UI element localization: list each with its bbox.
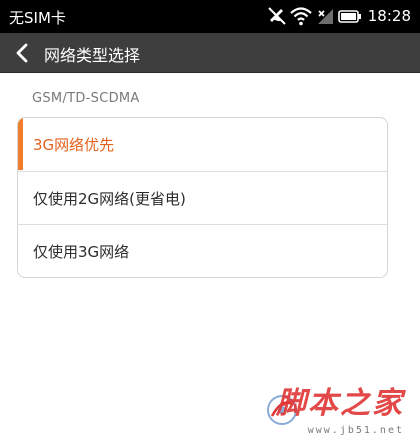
chevron-left-icon xyxy=(16,43,28,63)
watermark-text: 脚本之家 xyxy=(276,386,404,421)
wifi-icon xyxy=(290,7,312,26)
option-3g-only[interactable]: 仅使用3G网络 xyxy=(18,224,387,277)
network-type-options: 3G网络优先 仅使用2G网络(更省电) 仅使用3G网络 xyxy=(17,117,388,278)
selection-indicator xyxy=(18,118,23,170)
battery-icon xyxy=(338,10,361,23)
watermark: 脚本之家 www.jb51.net xyxy=(264,386,414,436)
option-label: 仅使用2G网络(更省电) xyxy=(33,190,186,208)
status-bar: 无SIM卡 18:28 xyxy=(0,0,420,33)
no-signal-icon xyxy=(318,9,333,24)
option-label: 仅使用3G网络 xyxy=(33,243,130,261)
option-2g-only[interactable]: 仅使用2G网络(更省电) xyxy=(18,171,387,224)
page-title: 网络类型选择 xyxy=(44,46,141,65)
option-3g-preferred[interactable]: 3G网络优先 xyxy=(18,118,387,170)
watermark-url: www.jb51.net xyxy=(307,425,404,436)
network-mode-label: GSM/TD-SCDMA xyxy=(32,91,140,106)
back-button[interactable] xyxy=(10,40,36,66)
carrier-text: 无SIM卡 xyxy=(9,9,66,27)
title-bar: 网络类型选择 xyxy=(0,33,420,73)
clock: 18:28 xyxy=(367,7,411,25)
option-label: 3G网络优先 xyxy=(33,136,115,154)
mute-icon xyxy=(268,7,286,25)
